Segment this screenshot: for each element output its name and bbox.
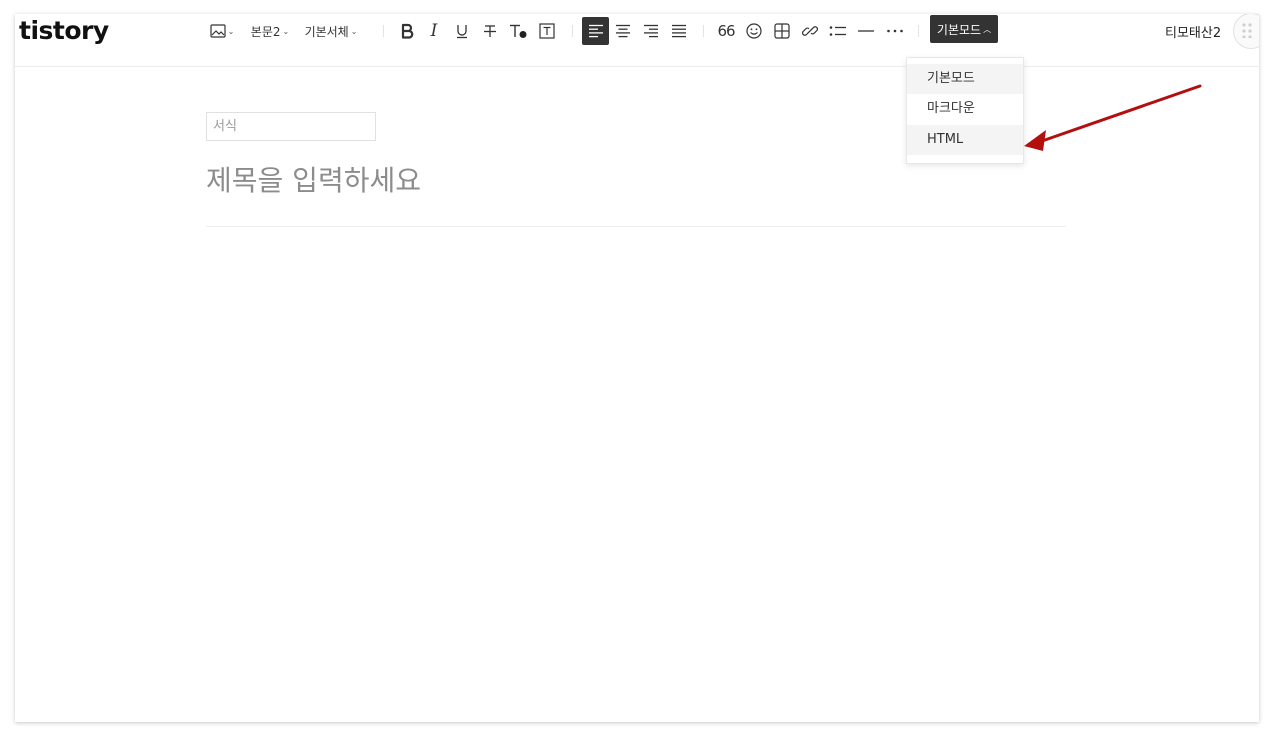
tistory-logo[interactable]: tistory — [19, 15, 109, 47]
table-icon — [774, 23, 790, 39]
toolbar-divider — [703, 25, 704, 37]
more-dots-icon — [887, 29, 903, 33]
chevron-down-icon: ⌄ — [282, 26, 290, 36]
text-color-button[interactable] — [507, 17, 531, 45]
editor-mode-button[interactable]: 기본모드 ︿ — [930, 15, 998, 43]
list-icon — [829, 26, 846, 36]
underline-button[interactable] — [451, 17, 473, 45]
paragraph-style-select[interactable]: 본문2 ⌄ — [248, 17, 292, 45]
user-name[interactable]: 티모태산2 — [1165, 22, 1221, 41]
editor-mode-label: 기본모드 — [936, 22, 982, 37]
template-select[interactable]: 서식 — [206, 112, 376, 141]
text-background-icon — [539, 23, 555, 39]
chevron-down-icon: ⌄ — [227, 26, 235, 36]
align-left-icon — [588, 24, 603, 38]
align-right-button[interactable] — [640, 17, 662, 45]
text-background-button[interactable] — [536, 17, 558, 45]
smile-icon — [746, 23, 762, 39]
strikethrough-icon — [484, 25, 496, 37]
font-family-select[interactable]: 기본서체 ⌄ — [302, 17, 360, 45]
mode-option-basic[interactable]: 기본모드 — [907, 64, 1023, 94]
quote-icon: 66 — [717, 22, 735, 40]
toolbar-divider — [918, 25, 919, 37]
menu-grid-icon — [1242, 23, 1252, 38]
align-justify-icon — [672, 24, 686, 38]
emoticon-button[interactable] — [743, 17, 765, 45]
editor-mode-dropdown: 기본모드 마크다운 HTML — [906, 57, 1024, 164]
post-title-input[interactable] — [206, 160, 1066, 200]
horizontal-line-icon — [858, 30, 874, 32]
editor-toolbar: tistory ⌄ 본문2 ⌄ 기본서체 ⌄ I 66 기본모드 ︿ 티모태산2 — [15, 14, 1259, 67]
italic-icon: I — [430, 21, 438, 41]
image-icon — [210, 24, 226, 38]
chevron-up-icon: ︿ — [983, 24, 992, 34]
more-options-button[interactable] — [883, 17, 907, 45]
italic-button[interactable]: I — [423, 17, 445, 45]
text-color-icon — [510, 24, 527, 38]
toolbar-divider — [572, 25, 573, 37]
quote-button[interactable]: 66 — [715, 17, 737, 45]
mode-option-html[interactable]: HTML — [907, 125, 1023, 155]
editor-window: tistory ⌄ 본문2 ⌄ 기본서체 ⌄ I 66 기본모드 ︿ 티모태산2… — [15, 14, 1259, 722]
align-center-icon — [616, 24, 630, 38]
toolbar-divider — [383, 25, 384, 37]
avatar[interactable] — [1233, 14, 1259, 49]
align-center-button[interactable] — [612, 17, 634, 45]
mode-option-markdown[interactable]: 마크다운 — [907, 94, 1023, 124]
align-left-button[interactable] — [582, 17, 609, 45]
bold-button[interactable] — [396, 17, 418, 45]
link-button[interactable] — [799, 17, 821, 45]
strikethrough-button[interactable] — [479, 17, 501, 45]
horizontal-line-button[interactable] — [855, 17, 877, 45]
align-justify-button[interactable] — [668, 17, 690, 45]
font-family-label: 기본서체 — [304, 24, 349, 39]
paragraph-style-label: 본문2 — [250, 24, 281, 39]
chevron-down-icon: ⌄ — [350, 26, 358, 36]
title-divider — [206, 226, 1066, 227]
bold-icon — [401, 23, 414, 39]
insert-image-button[interactable]: ⌄ — [207, 17, 237, 45]
bulleted-list-button[interactable] — [827, 17, 849, 45]
table-button[interactable] — [771, 17, 793, 45]
underline-icon — [457, 25, 467, 39]
align-right-icon — [644, 24, 658, 38]
link-icon — [802, 26, 818, 36]
